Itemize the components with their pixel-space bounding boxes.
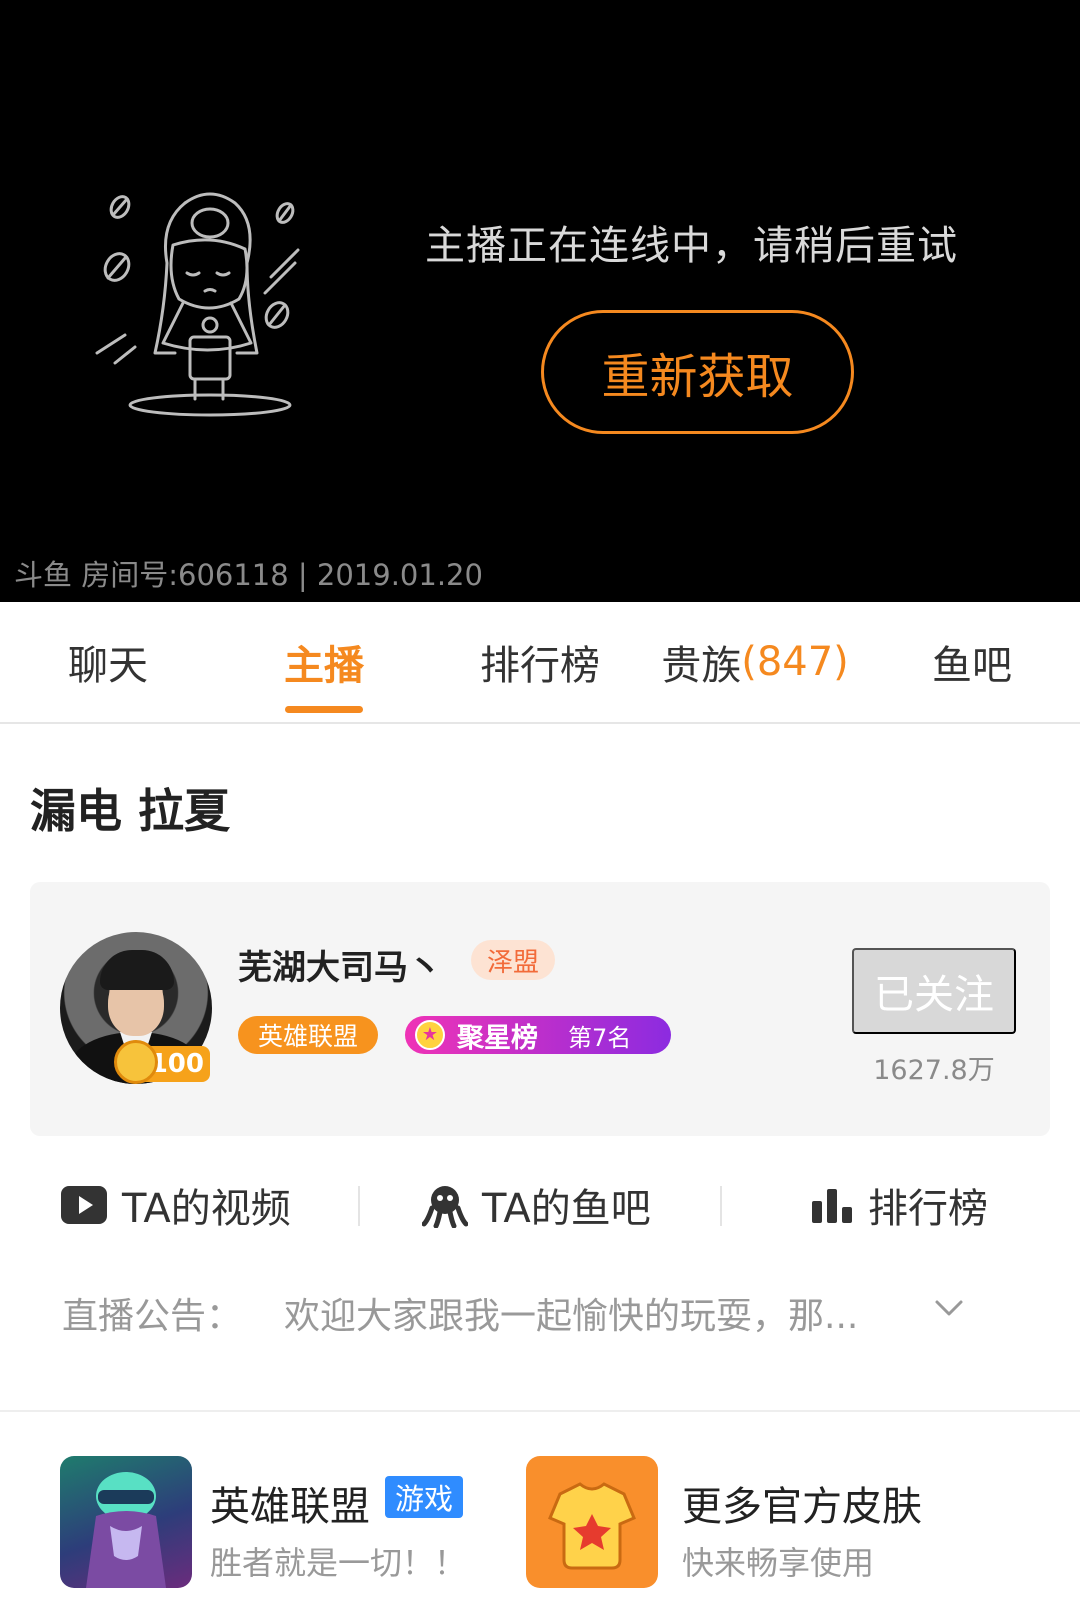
- tshirt-star-icon: [526, 1456, 658, 1588]
- skins-title: 更多官方皮肤: [682, 1484, 922, 1530]
- video-player[interactable]: 主播正在连线中，请稍后重试 重新获取 斗鱼 房间号:606118 | 2019.…: [0, 0, 1080, 602]
- fishbar-label: TA的鱼吧: [482, 1186, 651, 1232]
- tab-nobility-label: 贵族: [661, 643, 742, 689]
- anchor-actions: TA的视频 TA的鱼吧 排行榜: [0, 1160, 1080, 1250]
- game-thumbnail: [60, 1456, 192, 1588]
- videos-label: TA的视频: [122, 1186, 291, 1232]
- coin-icon: [114, 1040, 158, 1084]
- fans-count: 1627.8万: [873, 1055, 995, 1086]
- tab-chat[interactable]: 聊天: [58, 602, 158, 722]
- ranking-label: 排行榜: [868, 1186, 988, 1232]
- star-icon: ★: [415, 1020, 445, 1050]
- announcement-text: 欢迎大家跟我一起愉快的玩耍，那...: [284, 1296, 859, 1337]
- game-category-tag[interactable]: 英雄联盟: [238, 1016, 378, 1054]
- star-rank-badge[interactable]: ★ 聚星榜 第7名: [405, 1016, 671, 1054]
- tab-nobility[interactable]: 贵族 (847): [660, 602, 850, 722]
- divider: [720, 1186, 722, 1226]
- tab-ranking-label: 排行榜: [480, 643, 600, 689]
- tab-bar: 聊天 主播 排行榜 贵族 (847) 鱼吧: [0, 602, 1080, 724]
- chevron-down-icon[interactable]: [934, 1298, 964, 1318]
- retry-button[interactable]: 重新获取: [541, 310, 854, 434]
- level-badge: 100: [114, 1040, 210, 1084]
- octopus-icon: [422, 1186, 468, 1228]
- section-divider: [0, 1410, 1080, 1412]
- skins-promo-card[interactable]: 更多官方皮肤 快来畅享使用: [526, 1456, 1026, 1590]
- tab-nobility-count: (847): [741, 639, 849, 685]
- skins-subtitle: 快来畅享使用: [682, 1544, 875, 1582]
- game-subtitle: 胜者就是一切！！: [210, 1544, 467, 1582]
- game-badge: 游戏: [385, 1476, 464, 1518]
- fishbar-link[interactable]: TA的鱼吧: [422, 1160, 651, 1250]
- game-title: 英雄联盟: [210, 1484, 370, 1530]
- star-rank-value: 第7名: [568, 1023, 632, 1052]
- connecting-message: 主播正在连线中，请稍后重试: [425, 223, 958, 269]
- tab-ranking[interactable]: 排行榜: [472, 602, 608, 722]
- videos-link[interactable]: TA的视频: [60, 1160, 291, 1250]
- active-tab-indicator: [285, 706, 363, 713]
- tab-fishbar-label: 鱼吧: [932, 643, 1012, 689]
- tab-fishbar[interactable]: 鱼吧: [922, 602, 1022, 722]
- anchor-name: 芜湖大司马丶: [238, 948, 442, 988]
- clan-badge[interactable]: 泽盟: [471, 940, 556, 980]
- sad-anchor-illustration: [95, 192, 300, 417]
- game-promo-card[interactable]: 英雄联盟 游戏 胜者就是一切！！: [60, 1456, 490, 1590]
- room-info: 斗鱼 房间号:606118 | 2019.01.20: [14, 558, 483, 592]
- follow-button[interactable]: 已关注: [852, 948, 1016, 1034]
- tab-chat-label: 聊天: [68, 643, 148, 689]
- star-rank-label: 聚星榜: [457, 1022, 538, 1054]
- bar-chart-icon: [812, 1189, 852, 1223]
- announcement[interactable]: 直播公告： 欢迎大家跟我一起愉快的玩耍，那...: [62, 1268, 1022, 1358]
- anchor-card: 100 芜湖大司马丶 泽盟 英雄联盟 ★ 聚星榜 第7名 已关注 1627.8万: [30, 882, 1050, 1136]
- room-title: 漏电 拉夏: [30, 784, 231, 838]
- divider: [358, 1186, 360, 1226]
- play-icon: [61, 1186, 107, 1224]
- ranking-link[interactable]: 排行榜: [810, 1160, 988, 1250]
- announcement-head: 直播公告：: [62, 1296, 243, 1337]
- tab-anchor[interactable]: 主播: [274, 602, 374, 722]
- tab-anchor-label: 主播: [284, 643, 364, 689]
